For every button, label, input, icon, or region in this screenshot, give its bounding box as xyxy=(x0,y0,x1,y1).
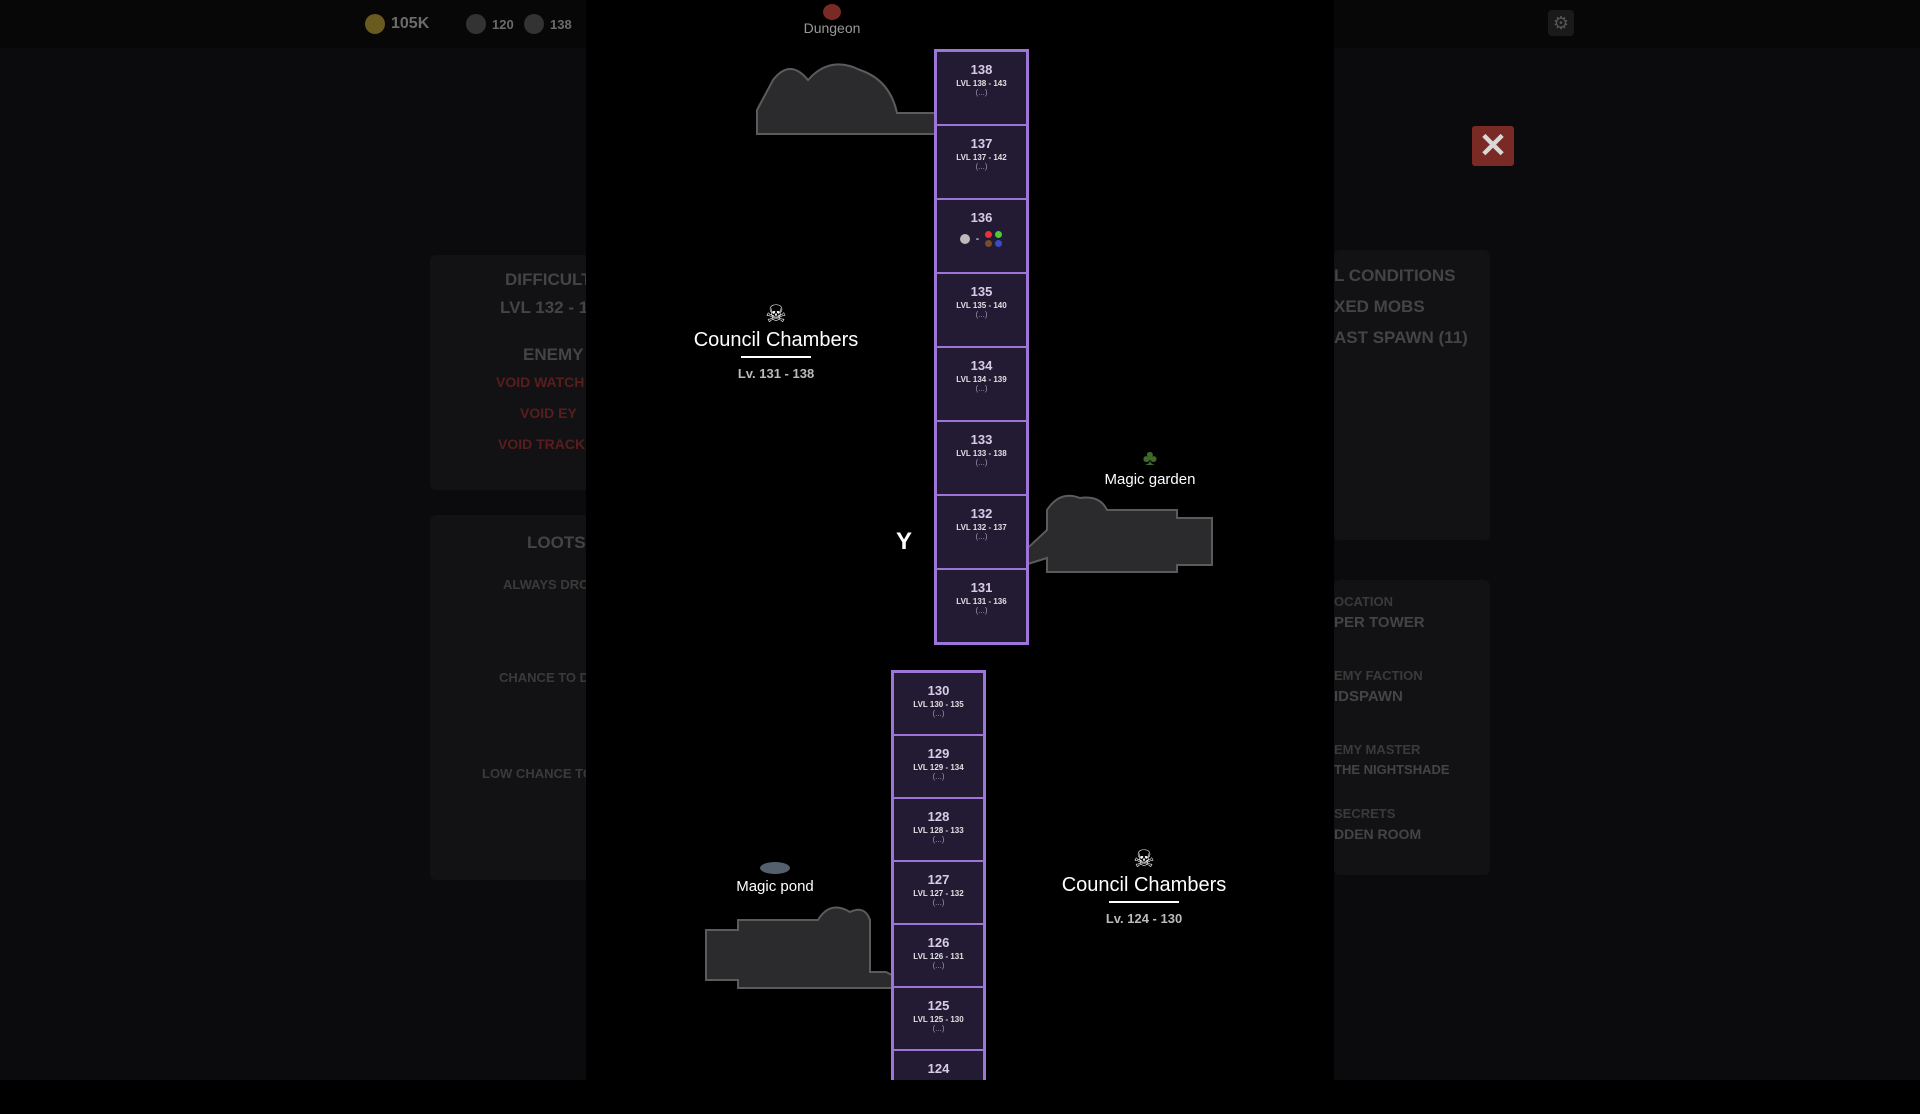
dungeon-room[interactable] xyxy=(756,63,946,135)
floor-number: 130 xyxy=(927,683,950,698)
floor-level-range: LVL 130 - 135 xyxy=(913,700,964,709)
floor-more: (...) xyxy=(975,162,988,171)
floor-number: 134 xyxy=(970,358,993,373)
tower-floor-131[interactable]: 131 LVL 131 - 136 (...) xyxy=(937,570,1026,644)
magic-pond-room[interactable] xyxy=(705,906,919,989)
floor-number: 126 xyxy=(927,935,950,950)
floor-number: 138 xyxy=(970,62,993,77)
floor-number: 133 xyxy=(970,432,993,447)
floor-number: 137 xyxy=(970,136,993,151)
floor-level-range: LVL 126 - 131 xyxy=(913,952,964,961)
gem-rewards-icon xyxy=(985,231,1003,247)
council-chambers-lower[interactable]: ☠ Council Chambers Lv. 124 - 130 xyxy=(1054,845,1234,926)
tower-floor-128[interactable]: 128 LVL 128 - 133 (...) xyxy=(894,799,983,862)
lower-tower: 130 LVL 130 - 135 (...) 129 LVL 129 - 134 (..… xyxy=(891,670,986,1080)
council-range: Lv. 131 - 138 xyxy=(737,366,815,381)
tower-floor-129[interactable]: 129 LVL 129 - 134 (...) xyxy=(894,736,983,799)
floor-level-range: LVL 127 - 132 xyxy=(913,889,964,898)
magic-garden-marker[interactable]: ♣ Magic garden xyxy=(1100,445,1200,488)
tower-floor-132[interactable]: 132 LVL 132 - 137 (...) xyxy=(937,496,1026,570)
tower-floor-125[interactable]: 125 LVL 125 - 130 (...) xyxy=(894,988,983,1051)
magic-garden-room[interactable] xyxy=(1001,494,1213,573)
floor-more: (...) xyxy=(932,961,945,970)
magic-pond-marker[interactable]: Magic pond xyxy=(725,862,825,895)
tower-floor-126[interactable]: 126 LVL 126 - 131 (...) xyxy=(894,925,983,988)
floor-number: 125 xyxy=(927,998,950,1013)
dungeon-marker[interactable]: Dungeon xyxy=(800,4,864,37)
fish-icon xyxy=(760,862,790,874)
floor-rewards-row: - xyxy=(937,231,1026,247)
floor-number: 135 xyxy=(970,284,993,299)
floor-number: 129 xyxy=(927,746,950,761)
tower-floor-134[interactable]: 134 LVL 134 - 139 (...) xyxy=(937,348,1026,422)
floor-number: 124 xyxy=(927,1061,950,1076)
floor-level-range: LVL 131 - 136 xyxy=(956,597,1007,606)
council-range: Lv. 124 - 130 xyxy=(1105,911,1183,926)
floor-number: 131 xyxy=(970,580,993,595)
council-chambers-upper[interactable]: ☠ Council Chambers Lv. 131 - 138 xyxy=(686,300,866,381)
floor-more: (...) xyxy=(932,772,945,781)
floor-more: (...) xyxy=(932,709,945,718)
floor-more: (...) xyxy=(932,835,945,844)
crossroad-marker-icon[interactable]: Y xyxy=(896,528,912,556)
tower-floor-137[interactable]: 137 LVL 137 - 142 (...) xyxy=(937,126,1026,200)
floor-level-range: LVL 132 - 137 xyxy=(956,523,1007,532)
title-underline xyxy=(1109,901,1179,903)
floor-number: 127 xyxy=(927,872,950,887)
floor-level-range: LVL 137 - 142 xyxy=(956,153,1007,162)
floor-more: (...) xyxy=(932,1024,945,1033)
floor-more: (...) xyxy=(975,606,988,615)
tower-floor-138[interactable]: 138 LVL 138 - 143 (...) xyxy=(937,52,1026,126)
tower-floor-133[interactable]: 133 LVL 133 - 138 (...) xyxy=(937,422,1026,496)
tower-floor-127[interactable]: 127 LVL 127 - 132 (...) xyxy=(894,862,983,925)
tower-floor-135[interactable]: 135 LVL 135 - 140 (...) xyxy=(937,274,1026,348)
demon-skull-icon: ☠ xyxy=(1133,846,1155,873)
tower-floor-124[interactable]: 124 xyxy=(894,1051,983,1114)
floor-number: 128 xyxy=(927,809,950,824)
enemy-skull-icon xyxy=(959,234,970,244)
floor-level-range: LVL 135 - 140 xyxy=(956,301,1007,310)
plant-icon: ♣ xyxy=(1142,445,1158,470)
council-title: Council Chambers xyxy=(1061,874,1227,896)
dash-separator: - xyxy=(975,233,980,245)
dungeon-icon xyxy=(823,4,841,20)
floor-level-range: LVL 134 - 139 xyxy=(956,375,1007,384)
floor-level-range: LVL 138 - 143 xyxy=(956,79,1007,88)
floor-number: 132 xyxy=(970,506,993,521)
upper-tower: 138 LVL 138 - 143 (...) 137 LVL 137 - 142 (..… xyxy=(934,49,1029,645)
title-underline xyxy=(741,356,811,358)
floor-more: (...) xyxy=(975,88,988,97)
floor-level-range: LVL 128 - 133 xyxy=(913,826,964,835)
floor-number: 136 xyxy=(970,210,993,225)
floor-more: (...) xyxy=(975,532,988,541)
tower-floor-136[interactable]: 136 - xyxy=(937,200,1026,274)
floor-more: (...) xyxy=(975,384,988,393)
tower-floor-130[interactable]: 130 LVL 130 - 135 (...) xyxy=(894,673,983,736)
floor-more: (...) xyxy=(975,458,988,467)
floor-level-range: LVL 133 - 138 xyxy=(956,449,1007,458)
floor-more: (...) xyxy=(975,310,988,319)
floor-more: (...) xyxy=(932,898,945,907)
council-title: Council Chambers xyxy=(693,329,859,351)
demon-skull-icon: ☠ xyxy=(765,301,787,328)
floor-level-range: LVL 125 - 130 xyxy=(913,1015,964,1024)
floor-level-range: LVL 129 - 134 xyxy=(913,763,964,772)
